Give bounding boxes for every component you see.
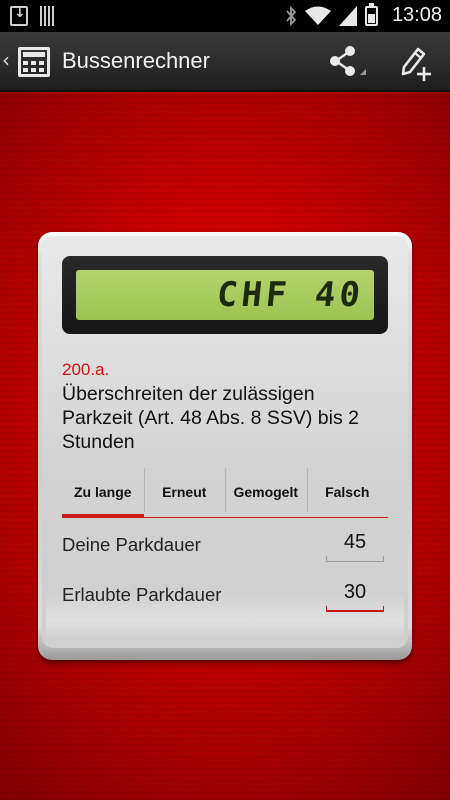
bluetooth-icon (286, 5, 297, 26)
tab-label: Falsch (325, 484, 370, 500)
tab-label: Zu lange (73, 484, 132, 500)
tab-falsch[interactable]: Falsch (306, 466, 388, 518)
tab-zu-lange[interactable]: Zu lange (62, 466, 144, 518)
lcd-display-frame: CHF 40 (62, 256, 388, 334)
signal-icon (338, 5, 357, 26)
tab-erneut[interactable]: Erneut (143, 466, 225, 518)
barcode-notification-icon (40, 6, 56, 26)
parking-duration-input[interactable]: 45 (326, 528, 384, 562)
app-title: Bussenrechner (62, 48, 210, 73)
lcd-display: CHF 40 (76, 270, 374, 320)
tab-indicator (143, 517, 225, 518)
tab-label: Erneut (162, 484, 207, 500)
tab-label: Gemogelt (233, 484, 299, 500)
battery-icon (364, 2, 378, 26)
clock: 13:08 (391, 4, 442, 26)
allowed-duration-label: Erlaubte Parkdauer (62, 584, 222, 605)
allowed-duration-input[interactable]: 30 (326, 578, 384, 612)
download-notification-icon (10, 5, 28, 26)
calculator-icon[interactable] (18, 47, 50, 77)
edit-add-icon[interactable] (398, 43, 434, 83)
wifi-icon (304, 6, 331, 25)
parking-duration-label: Deine Parkdauer (62, 534, 201, 555)
action-bar: ‹ Bussenrechner (0, 32, 450, 92)
tab-indicator (225, 517, 307, 518)
fine-amount: CHF 40 (215, 275, 367, 315)
offense-tabs: Zu lange Erneut Gemogelt Falsch (62, 466, 388, 518)
share-icon[interactable] (328, 45, 368, 81)
tab-indicator (62, 514, 144, 518)
status-bar: 13:08 (0, 0, 450, 32)
tab-indicator (306, 517, 388, 518)
tab-gemogelt[interactable]: Gemogelt (225, 466, 307, 518)
parking-duration-row: Deine Parkdauer 45 (62, 528, 388, 564)
offense-code: 200.a. (62, 360, 110, 379)
allowed-duration-row: Erlaubte Parkdauer 30 (62, 578, 388, 614)
calculator-card: CHF 40 200.a. Überschreiten der zulässig… (38, 232, 412, 660)
up-navigation-icon[interactable]: ‹ (2, 48, 10, 72)
offense-description: Überschreiten der zulässigen Parkzeit (A… (62, 383, 359, 453)
